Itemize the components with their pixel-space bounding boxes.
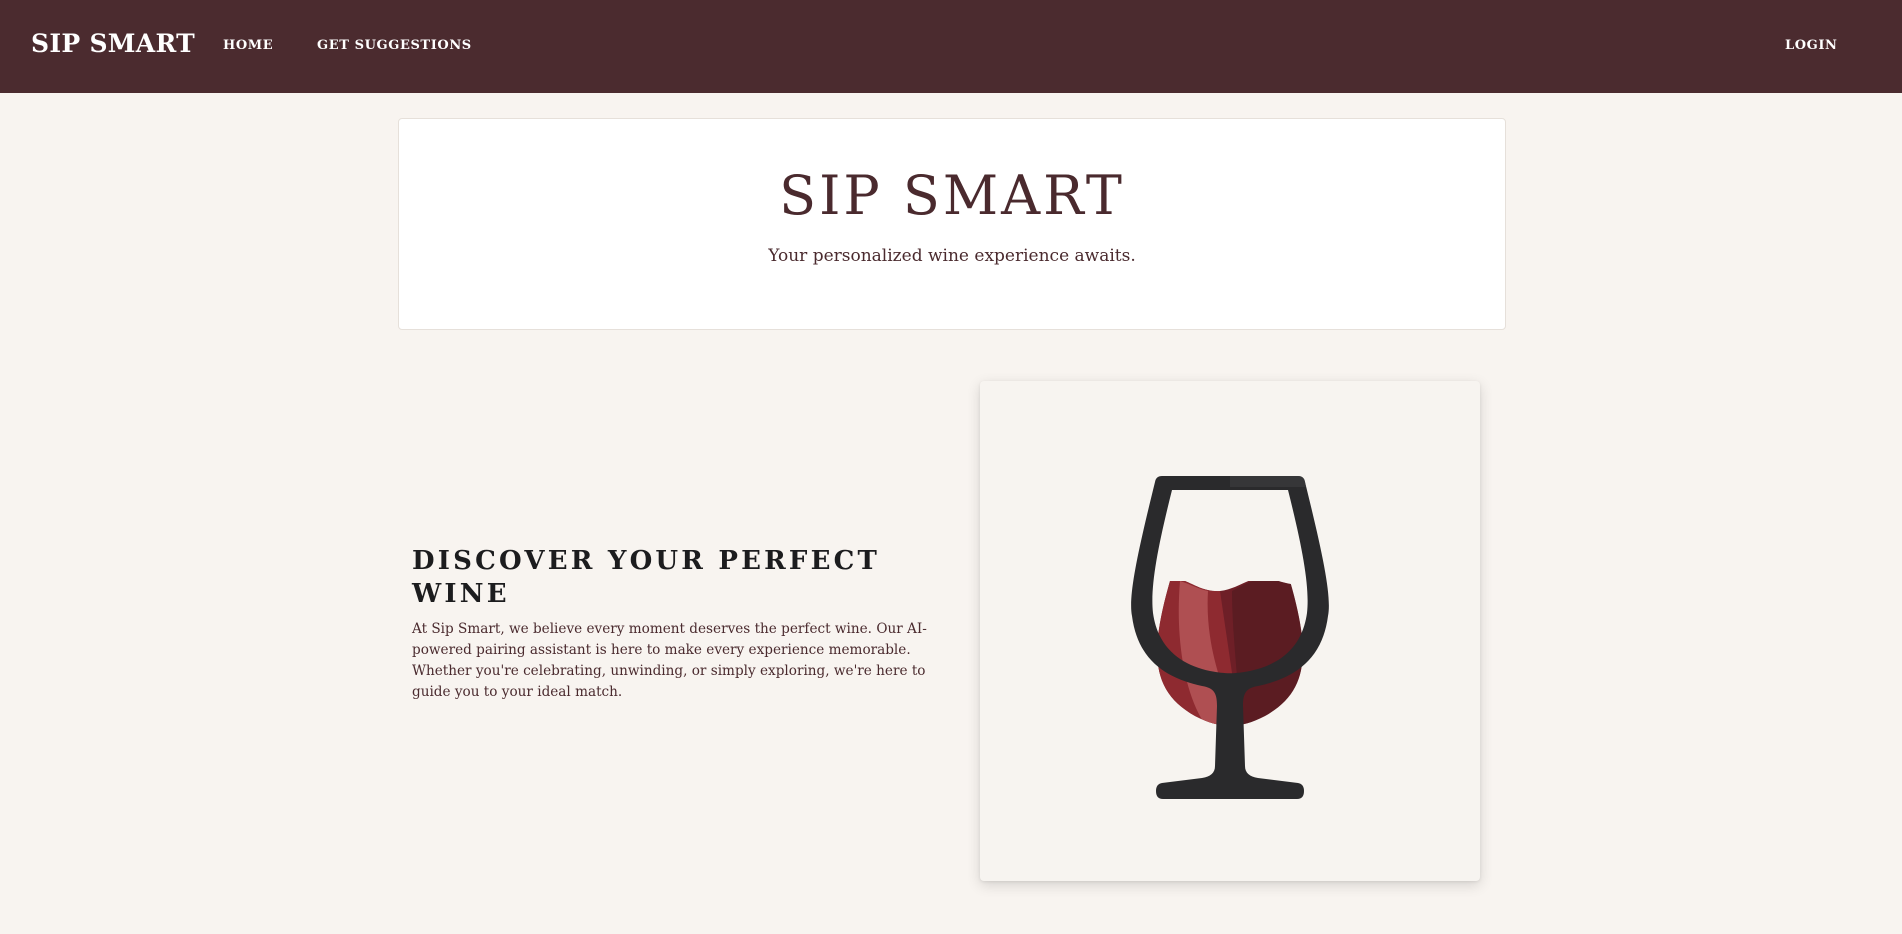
hero-subtitle: Your personalized wine experience awaits… [768,246,1136,266]
hero-card: SIP SMART Your personalized wine experie… [398,118,1506,330]
about-heading: DISCOVER YOUR PERFECT WINE [412,546,881,609]
wine-glass-icon [1131,476,1329,799]
brand-logo[interactable]: SIP SMART [31,29,195,58]
hero-title: SIP SMART [779,164,1125,227]
top-navbar: SIP SMART HOME GET SUGGESTIONS LOGIN [0,0,1902,93]
nav-login-link[interactable]: LOGIN [1785,38,1838,53]
wine-image-card [980,381,1480,881]
nav-home-link[interactable]: HOME [223,38,273,53]
nav-get-suggestions-link[interactable]: GET SUGGESTIONS [317,38,472,53]
about-description: At Sip Smart, we believe every moment de… [412,621,927,700]
